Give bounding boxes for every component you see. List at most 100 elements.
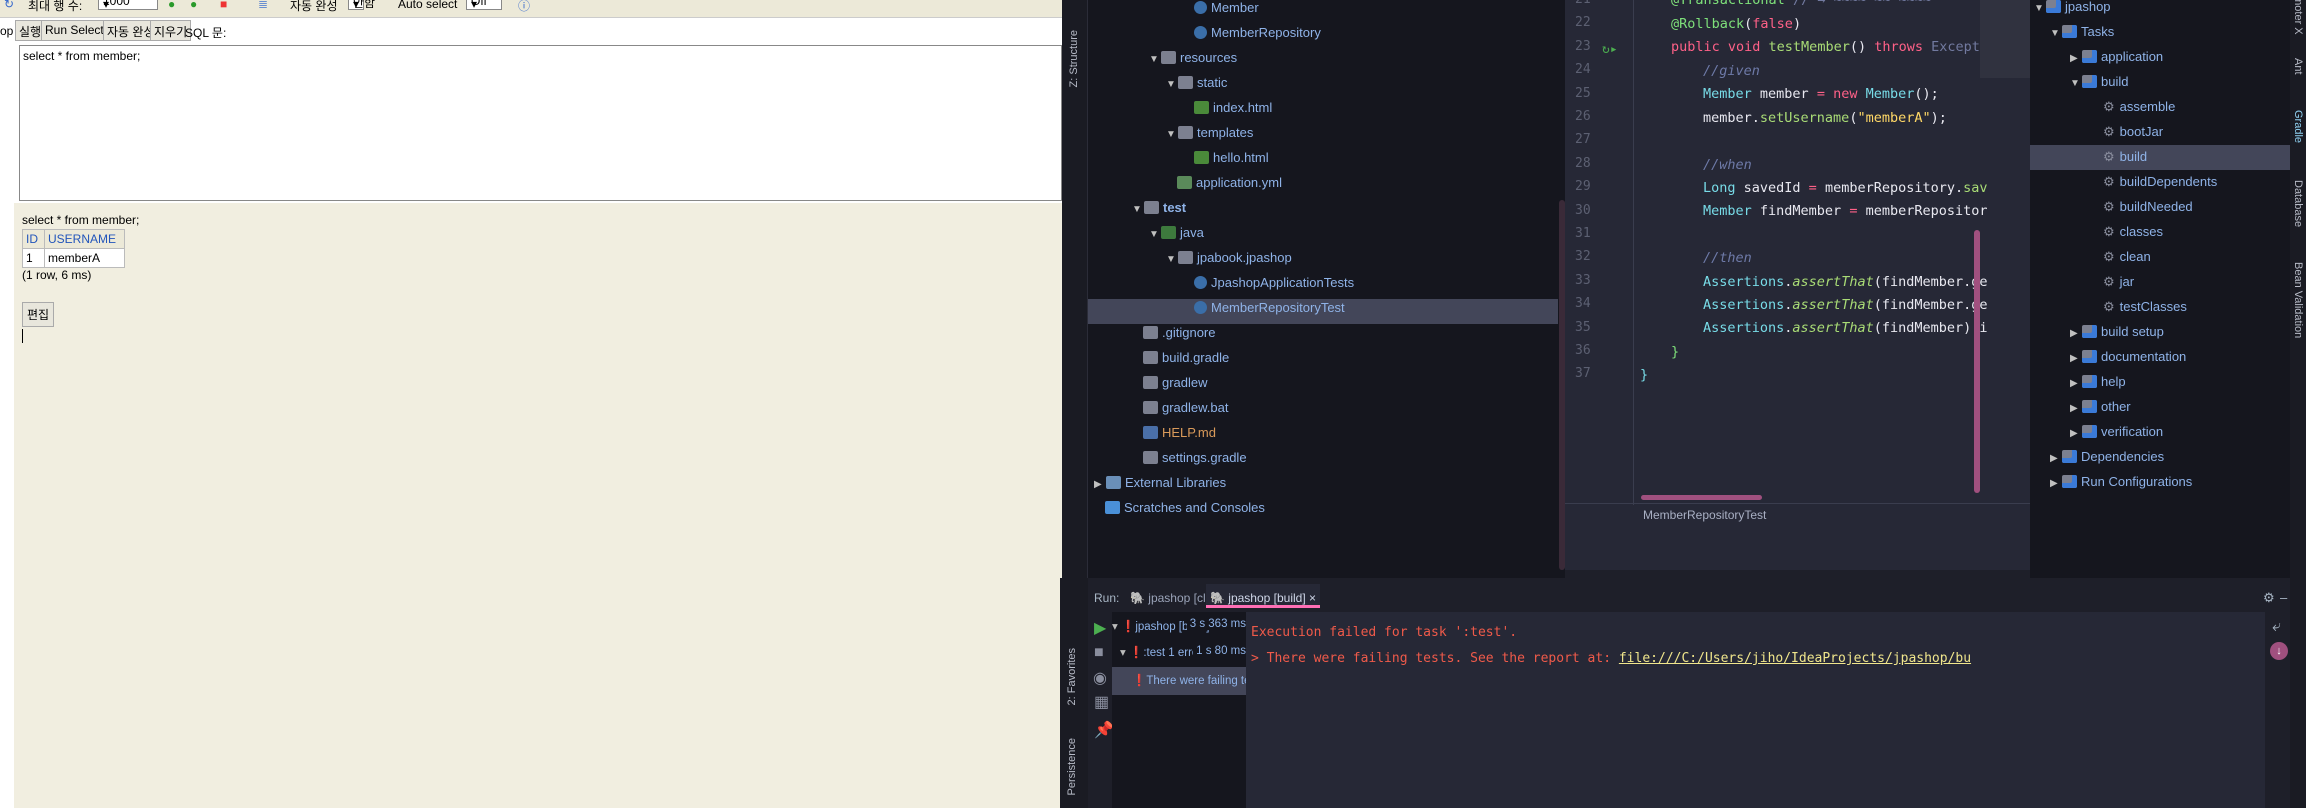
right-tool-tab[interactable]: Database <box>2292 180 2304 227</box>
max-rows-select[interactable]: 1000 ▾ <box>98 0 158 11</box>
tree-item[interactable]: ▼ static <box>1166 70 1227 95</box>
edit-button[interactable]: 편집 <box>22 302 55 327</box>
collapse-arrow-icon[interactable]: ▶ <box>2050 471 2062 496</box>
gradle-tree-item[interactable]: ▼ jpashop <box>2034 0 2111 19</box>
gradle-tree-item[interactable]: ▼ build <box>2070 69 2128 94</box>
tree-item[interactable]: ▼ resources <box>1149 45 1237 70</box>
right-tool-tab[interactable]: Bean Validation <box>2292 262 2304 338</box>
code-editor[interactable]: 2122232425262728293031323334353637 ↻▸ @T… <box>1565 0 2030 570</box>
tree-item[interactable]: ▼ test <box>1132 195 1186 220</box>
collapse-arrow-icon[interactable]: ▶ <box>2050 446 2062 471</box>
settings-gear-icon[interactable]: ⚙ <box>2263 590 2275 606</box>
auto-select-select[interactable]: Off ▾ <box>466 0 502 11</box>
expand-arrow-icon[interactable]: ▼ <box>1166 72 1178 97</box>
collapse-arrow-icon[interactable]: ▶ <box>2070 346 2082 371</box>
tree-item[interactable]: application.yml <box>1177 170 1282 195</box>
tree-item[interactable]: hello.html <box>1194 145 1269 170</box>
tree-item[interactable]: .gitignore <box>1143 320 1215 345</box>
collapse-arrow-icon[interactable]: ▶ <box>2070 421 2082 446</box>
gradle-tree-item[interactable]: ⚙ assemble <box>2103 94 2175 119</box>
scroll-to-end-icon[interactable]: ↓ <box>2270 642 2288 660</box>
collapse-arrow-icon[interactable]: ▶ <box>2070 396 2082 421</box>
tree-item[interactable]: MemberRepositoryTest <box>1194 295 1345 320</box>
gradle-tree-item[interactable]: ⚙ testClasses <box>2103 294 2187 319</box>
close-icon[interactable]: × <box>1309 591 1316 605</box>
gradle-tree-item[interactable]: ⚙ clean <box>2103 244 2151 269</box>
tree-item[interactable]: MemberRepository <box>1194 20 1321 45</box>
column-header[interactable]: ID <box>22 229 45 249</box>
expand-arrow-icon[interactable]: ▼ <box>1132 197 1144 222</box>
minimap[interactable] <box>1980 0 2030 78</box>
gradle-tree-item[interactable]: ▶ verification <box>2070 419 2163 444</box>
gradle-tree-item[interactable]: ⚙ buildDependents <box>2103 169 2217 194</box>
tree-item[interactable]: index.html <box>1194 95 1272 120</box>
stop-icon[interactable]: ■ <box>1094 644 1104 662</box>
soft-wrap-icon[interactable]: ⤶ <box>2272 618 2281 636</box>
layout-icon[interactable]: ▦ <box>1094 692 1109 712</box>
expand-arrow-icon[interactable]: ▼ <box>1166 247 1178 272</box>
gradle-tree-item[interactable]: ▶ build setup <box>2070 319 2164 344</box>
run-test-gutter-icon[interactable]: ↻▸ <box>1602 42 1618 57</box>
expand-arrow-icon[interactable]: ▼ <box>2050 21 2062 46</box>
gradle-tree-item[interactable]: ⚙ buildNeeded <box>2103 194 2193 219</box>
refresh-icon[interactable]: ↻ <box>4 0 14 11</box>
tree-item[interactable]: ▼ java <box>1149 220 1204 245</box>
gradle-tree-item[interactable]: ⚙ bootJar <box>2103 119 2163 144</box>
tree-item[interactable]: JpashopApplicationTests <box>1194 270 1354 295</box>
gradle-tree-item[interactable]: ▶ help <box>2070 369 2126 394</box>
gradle-tree-item[interactable]: ▶ documentation <box>2070 344 2186 369</box>
sql-input[interactable]: select * from member; <box>19 45 1062 201</box>
tree-item[interactable]: ▶ External Libraries <box>1094 470 1226 495</box>
collapse-arrow-icon[interactable]: ▶ <box>2070 321 2082 346</box>
build-tree-row-selected[interactable]: ❗There were failing tests. See the repor… <box>1112 667 1246 695</box>
gradle-tree-item[interactable]: ▼ Tasks <box>2050 19 2114 44</box>
tree-item[interactable]: gradlew <box>1143 370 1208 395</box>
minimize-icon[interactable]: – <box>2280 590 2287 605</box>
tree-item[interactable]: ▼ jpabook.jpashop <box>1166 245 1292 270</box>
tab-jpashop-build[interactable]: 🐘 jpashop [build] × <box>1206 584 1321 608</box>
right-tool-tab[interactable]: Ant <box>2292 58 2304 75</box>
collapse-arrow-icon[interactable]: ▶ <box>1094 472 1106 497</box>
gradle-tree-item[interactable]: ▶ other <box>2070 394 2131 419</box>
expand-arrow-icon[interactable]: ▼ <box>1166 122 1178 147</box>
gradle-tree-item[interactable]: ▶ Run Configurations <box>2050 469 2192 494</box>
right-tool-tab[interactable]: Gradle <box>2292 110 2304 143</box>
gradle-tree-item[interactable]: ⚙ jar <box>2103 269 2134 294</box>
horizontal-scrollbar[interactable] <box>1641 495 1762 500</box>
tree-item[interactable]: gradlew.bat <box>1143 395 1229 420</box>
run-icon[interactable]: ● <box>168 0 175 11</box>
auto-complete-select[interactable]: 안함 ▾ <box>348 0 375 11</box>
column-header[interactable]: USERNAME <box>44 229 125 249</box>
expand-arrow-icon[interactable]: ▼ <box>2070 71 2082 96</box>
gradle-tree-item[interactable]: ▶ Dependencies <box>2050 444 2164 469</box>
tree-item[interactable]: HELP.md <box>1143 420 1216 445</box>
editor-breadcrumb[interactable]: MemberRepositoryTest <box>1643 508 1766 522</box>
format-icon[interactable]: ≣ <box>258 0 268 11</box>
vertical-scrollbar[interactable] <box>1974 230 1980 493</box>
persistence-tab[interactable]: Persistence <box>1066 738 1078 795</box>
expand-arrow-icon[interactable]: ▼ <box>1149 222 1161 247</box>
gradle-tree-item[interactable]: ▶ application <box>2070 44 2163 69</box>
structure-tab[interactable]: Z: Structure <box>1068 30 1080 87</box>
report-link[interactable]: file:///C:/Users/jiho/IdeaProjects/jpash… <box>1619 651 1971 666</box>
collapse-arrow-icon[interactable]: ▶ <box>2070 371 2082 396</box>
stop-icon[interactable]: ■ <box>220 0 227 11</box>
expand-arrow-icon[interactable]: ▼ <box>2034 0 2046 21</box>
tree-item[interactable]: Member <box>1194 0 1259 20</box>
tree-item[interactable]: Scratches and Consoles <box>1105 495 1265 520</box>
collapse-arrow-icon[interactable]: ▶ <box>2070 46 2082 71</box>
gradle-tree-item[interactable]: ⚙ build <box>2103 144 2147 169</box>
build-console[interactable]: Execution failed for task ':test'. > The… <box>1246 612 2265 808</box>
tree-item[interactable]: settings.gradle <box>1143 445 1247 470</box>
gradle-tree-item[interactable]: ⚙ classes <box>2103 219 2163 244</box>
run-selected-icon[interactable]: ● <box>190 0 197 11</box>
eye-icon[interactable]: ◉ <box>1093 668 1107 688</box>
right-tool-tab[interactable]: omoter X <box>2292 0 2304 35</box>
rerun-icon[interactable]: ▶ <box>1094 618 1106 638</box>
tree-item[interactable]: build.gradle <box>1143 345 1229 370</box>
pin-icon[interactable]: 📌 <box>1094 720 1114 740</box>
help-icon[interactable]: ⓘ <box>518 0 530 14</box>
expand-arrow-icon[interactable]: ▼ <box>1149 47 1161 72</box>
tree-item[interactable]: ▼ templates <box>1166 120 1253 145</box>
favorites-tab[interactable]: 2: Favorites <box>1066 648 1078 705</box>
